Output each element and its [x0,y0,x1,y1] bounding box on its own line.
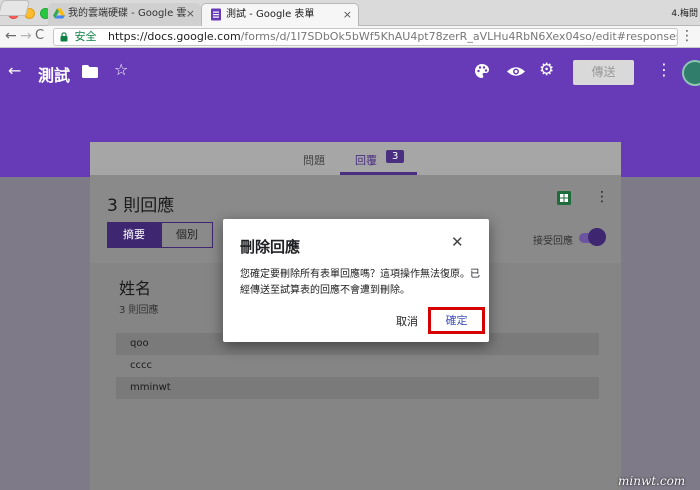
tab-google-drive[interactable]: 我的雲端硬碟 - Google 雲端硬碟 × [48,3,201,26]
response-count-badge: 3 [386,150,405,163]
toggle-knob[interactable] [588,228,606,246]
address-bar[interactable]: 安全 https://docs.google.com/forms/d/1I7SD… [53,28,678,46]
dialog-title: 刪除回應 [240,238,301,256]
question-title: 姓名 [119,279,152,298]
lock-icon [60,32,68,42]
answer-row: cccc [116,355,599,377]
secure-label: 安全 [74,30,97,43]
cancel-button[interactable]: 取消 [396,313,418,329]
star-icon[interactable]: ☆ [114,62,128,78]
tab-label: 測試 - Google 表單 [226,9,315,20]
browser-tab-bar: 我的雲端硬碟 - Google 雲端硬碟 × 測試 - Google 表單 × … [0,0,700,26]
tab-responses[interactable]: 回覆 [355,152,377,168]
more-options-icon[interactable]: ⋮ [595,189,609,205]
watermark: minwt.com [618,474,686,488]
delete-responses-dialog: 刪除回應 ✕ 您確定要刪除所有表單回應嗎？這項操作無法復原。已經傳送至試算表的回… [223,219,489,342]
accepting-responses-label: 接受回應 [533,236,573,247]
tab-questions[interactable]: 問題 [303,152,325,168]
tab-google-forms[interactable]: 測試 - Google 表單 × [201,3,359,26]
palette-icon[interactable] [474,63,490,79]
forward-arrow-icon[interactable]: → [20,28,32,44]
close-icon[interactable]: × [343,4,352,26]
google-drive-icon [53,8,65,19]
browser-menu-icon[interactable]: ⋮ [680,28,694,44]
form-tabs: 問題 回覆 3 [90,142,621,175]
url-host: https://docs.google.com [108,30,241,43]
new-tab-button[interactable] [0,0,31,16]
url-path: /forms/d/1I7SDbOk5bWf5KhAU4pt78zerR_aVLH… [240,30,678,43]
close-icon[interactable]: × [186,3,195,25]
browser-user-name[interactable]: 4.梅問 [671,6,698,19]
form-title[interactable]: 測試 [38,62,70,86]
reload-icon[interactable]: C [35,28,44,44]
send-button[interactable]: 傳送 [573,60,634,85]
back-arrow-icon[interactable]: ← [8,63,21,79]
avatar[interactable] [682,60,700,86]
answer-row: mminwt [116,377,599,399]
response-count-title: 3 則回應 [107,196,175,216]
folder-icon[interactable] [82,65,98,78]
google-sheets-icon[interactable] [557,191,571,205]
back-arrow-icon[interactable]: ← [5,28,17,44]
confirm-button[interactable]: 確定 [428,307,485,334]
dialog-message: 您確定要刪除所有表單回應嗎？這項操作無法復原。已經傳送至試算表的回應不會遭到刪除… [240,269,480,296]
individual-toggle-button[interactable]: 個別 [161,222,213,248]
question-response-count: 3 則回應 [119,305,159,316]
more-options-icon[interactable]: ⋮ [656,62,672,78]
preview-eye-icon[interactable] [507,66,525,77]
summary-toggle-button[interactable]: 摘要 [107,222,161,248]
google-forms-icon [211,8,221,21]
tab-label: 我的雲端硬碟 - Google 雲端硬碟 [68,8,186,19]
gear-icon[interactable]: ⚙ [539,62,554,79]
close-icon[interactable]: ✕ [451,235,464,250]
browser-toolbar: ← → C 安全 https://docs.google.com/forms/d… [0,26,700,48]
